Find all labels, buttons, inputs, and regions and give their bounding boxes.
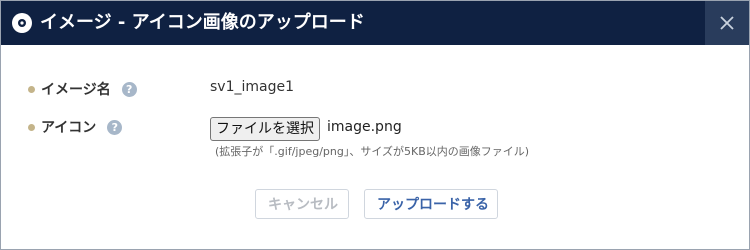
bullet-icon xyxy=(28,85,35,93)
selected-file-name: image.png xyxy=(327,119,402,135)
dialog-body: イメージ名 ? sv1_image1 アイコン ? ファイルを選択 image.… xyxy=(1,45,749,249)
file-hint: (拡張子が「.gif/jpeg/png」、サイズが5KB以内の画像ファイル) xyxy=(215,145,530,158)
image-name-row-label: イメージ名 ? xyxy=(28,79,137,99)
dialog-titlebar: イメージ - アイコン画像のアップロード xyxy=(1,1,749,45)
icon-label: アイコン xyxy=(41,120,97,136)
help-icon[interactable]: ? xyxy=(121,81,137,97)
icon-row-label: アイコン ? xyxy=(28,117,123,137)
upload-icon-dialog: イメージ - アイコン画像のアップロード イメージ名 ? sv1_image1 … xyxy=(0,0,750,250)
upload-button[interactable]: アップロードする xyxy=(364,189,498,219)
close-button[interactable] xyxy=(705,1,749,45)
dialog-title: イメージ - アイコン画像のアップロード xyxy=(40,12,365,33)
image-name-label: イメージ名 xyxy=(41,82,111,98)
disc-icon xyxy=(12,13,32,33)
image-name-value: sv1_image1 xyxy=(210,79,294,95)
choose-file-button[interactable]: ファイルを選択 xyxy=(210,117,320,141)
cancel-button[interactable]: キャンセル xyxy=(255,189,349,219)
help-icon[interactable]: ? xyxy=(107,119,123,135)
close-icon xyxy=(720,16,734,30)
bullet-icon xyxy=(28,123,35,131)
